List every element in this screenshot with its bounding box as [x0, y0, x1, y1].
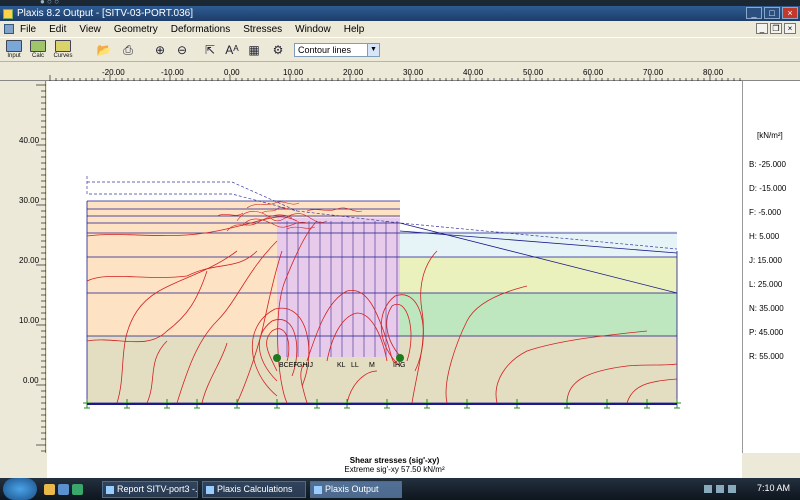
legend-entry: L: 25.000: [749, 280, 783, 289]
legend-entry: P: 45.000: [749, 328, 784, 337]
start-button[interactable]: [3, 478, 37, 500]
calc-button[interactable]: Calc: [27, 40, 49, 59]
anchor-point-left: [273, 354, 281, 362]
explorer-icon[interactable]: [44, 484, 55, 495]
calc-label: Calc: [31, 53, 44, 59]
calc-icon: [30, 40, 46, 52]
y-ruler-ticks: [36, 84, 46, 452]
input-button[interactable]: Input: [3, 40, 25, 59]
menu-deformations[interactable]: Deformations: [171, 24, 230, 35]
legend-entry: H: 5.000: [749, 232, 780, 241]
toolbar: Input Calc Curves 📂 ⎙ ⊕ ⊖ ⇱ Aᴬ ▦ ⚙ Conto…: [0, 37, 800, 62]
table-icon[interactable]: ▦: [244, 40, 264, 60]
contour-label: KL: [337, 362, 346, 369]
legend-entry: N: 35.000: [749, 304, 784, 313]
system-tray: 7:10 AM: [700, 478, 800, 500]
open-icon[interactable]: 📂: [94, 40, 114, 60]
menu-edit[interactable]: Edit: [49, 24, 66, 35]
menu-window[interactable]: Window: [295, 24, 331, 35]
mdi-minimize-button[interactable]: _: [756, 23, 768, 34]
model-plot[interactable]: BCEF GHIJ KL LL M IHG: [47, 81, 742, 453]
minimize-button[interactable]: _: [746, 7, 762, 19]
layer-right-green: [400, 293, 677, 336]
caption-subtitle: Extreme sig'-xy 57.50 kN/m²: [344, 465, 445, 474]
close-button[interactable]: ×: [782, 7, 798, 19]
legend-entry: R: 55.000: [749, 352, 784, 361]
volume-icon[interactable]: [716, 485, 724, 493]
legend-entry: B: -25.000: [749, 160, 786, 169]
menu-file[interactable]: File: [20, 24, 36, 35]
task-plaxis-output[interactable]: Plaxis Output: [310, 481, 402, 498]
curves-button[interactable]: Curves: [52, 40, 74, 59]
document-icon[interactable]: [4, 24, 14, 34]
print-icon[interactable]: ⎙: [118, 40, 138, 60]
contour-label: M: [369, 362, 375, 369]
taskbar: Report SITV-port3 -... Plaxis Calculatio…: [0, 478, 800, 500]
layer-right-upper: [400, 231, 677, 257]
window-title: Plaxis 8.2 Output - [SITV-03-PORT.036]: [17, 8, 194, 19]
horizontal-ruler: -20.00 -10.00 0.00 10.00 20.00 30.00 40.…: [0, 62, 800, 81]
desktop-icon[interactable]: [58, 484, 69, 495]
contour-label: BCEF: [279, 362, 298, 369]
select-icon[interactable]: ⇱: [200, 40, 220, 60]
geometry-svg: BCEF GHIJ KL LL M IHG: [83, 176, 681, 409]
legend-entry: J: 15.000: [749, 256, 782, 265]
vertical-ruler: 40.00 30.00 20.00 10.00 0.00: [0, 81, 46, 453]
menu-view[interactable]: View: [79, 24, 101, 35]
battery-icon[interactable]: [728, 485, 736, 493]
contour-legend: [kN/m²] B: -25.000 D: -15.000 F: -5.000 H: …: [742, 81, 800, 453]
legend-entry: D: -15.000: [749, 184, 787, 193]
app-icon: [3, 8, 13, 19]
view-settings-icon[interactable]: ⚙: [268, 40, 288, 60]
caption-title: Shear stresses (sig'-xy): [349, 456, 440, 465]
view-mode-select[interactable]: Contour lines ▼: [294, 43, 380, 57]
legend-unit: [kN/m²]: [757, 131, 783, 140]
contour-label: LL: [351, 362, 359, 369]
contour-label: GHIJ: [297, 362, 313, 369]
network-icon[interactable]: [704, 485, 712, 493]
input-label: Input: [7, 53, 21, 59]
curves-icon: [55, 40, 71, 52]
title-bar[interactable]: Plaxis 8.2 Output - [SITV-03-PORT.036] _…: [0, 6, 800, 21]
plot-caption: Shear stresses (sig'-xy) Extreme sig'-xy…: [47, 453, 742, 478]
menu-stresses[interactable]: Stresses: [243, 24, 282, 35]
zoom-out-icon[interactable]: ⊖: [172, 40, 192, 60]
zoom-in-icon[interactable]: ⊕: [150, 40, 170, 60]
curves-label: Curves: [53, 53, 73, 59]
chevron-down-icon[interactable]: ▼: [367, 44, 379, 56]
input-icon: [6, 40, 22, 52]
menu-help[interactable]: Help: [344, 24, 365, 35]
task-report[interactable]: Report SITV-port3 -...: [102, 481, 198, 498]
x-ruler-ticks: [49, 75, 741, 81]
menu-geometry[interactable]: Geometry: [114, 24, 158, 35]
task-plaxis-calculations[interactable]: Plaxis Calculations: [202, 481, 306, 498]
font-size-icon[interactable]: Aᴬ: [222, 40, 242, 60]
menu-bar: File Edit View Geometry Deformations Str…: [0, 21, 800, 37]
layer-right-mid: [400, 257, 677, 293]
maximize-button[interactable]: □: [764, 7, 780, 19]
clock[interactable]: 7:10 AM: [757, 483, 790, 493]
legend-entry: F: -5.000: [749, 208, 782, 217]
contour-label: IHG: [393, 362, 405, 369]
browser-icon[interactable]: [72, 484, 83, 495]
mdi-restore-button[interactable]: ❐: [770, 23, 782, 34]
view-mode-value: Contour lines: [298, 45, 352, 55]
mdi-close-button[interactable]: ×: [784, 23, 796, 34]
anchor-point-right: [396, 354, 404, 362]
plaxis-output-window: Plaxis 8.2 Output - [SITV-03-PORT.036] _…: [0, 6, 800, 478]
